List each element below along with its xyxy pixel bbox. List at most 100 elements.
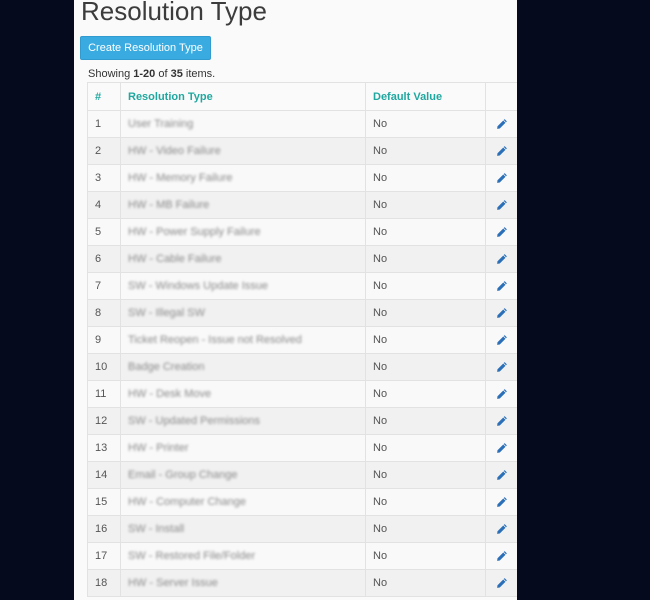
pencil-icon[interactable] xyxy=(496,361,508,373)
row-actions xyxy=(485,110,517,138)
pencil-icon[interactable] xyxy=(496,496,508,508)
table-row: 18 HW - Server Issue No xyxy=(87,569,517,597)
default-value: No xyxy=(365,515,486,543)
summary-of: of xyxy=(155,68,171,80)
resolution-type-name: HW - Cable Failure xyxy=(120,245,366,273)
default-value: No xyxy=(365,164,486,192)
pencil-icon[interactable] xyxy=(496,577,508,589)
row-number: 15 xyxy=(87,488,121,516)
resolution-type-name: HW - Printer xyxy=(120,434,366,462)
resolution-type-name: HW - MB Failure xyxy=(120,191,366,219)
table-row: 10 Badge Creation No xyxy=(87,353,517,381)
default-value: No xyxy=(365,110,486,138)
row-actions xyxy=(485,164,517,192)
row-number: 2 xyxy=(87,137,121,165)
resolution-type-name: HW - Power Supply Failure xyxy=(120,218,366,246)
row-number: 1 xyxy=(87,110,121,138)
pencil-icon[interactable] xyxy=(496,469,508,481)
default-value: No xyxy=(365,488,486,516)
pencil-icon[interactable] xyxy=(496,226,508,238)
resolution-type-name: HW - Server Issue xyxy=(120,569,366,597)
pencil-icon[interactable] xyxy=(496,523,508,535)
table-header-row: # Resolution Type Default Value xyxy=(87,82,517,111)
row-actions xyxy=(485,515,517,543)
row-number: 9 xyxy=(87,326,121,354)
resolution-type-name: User Training xyxy=(120,110,366,138)
row-actions xyxy=(485,326,517,354)
table-row: 6 HW - Cable Failure No xyxy=(87,245,517,273)
default-value: No xyxy=(365,569,486,597)
summary-range: 1-20 xyxy=(133,68,156,80)
table-row: 8 SW - Illegal SW No xyxy=(87,299,517,327)
table-row: 11 HW - Desk Move No xyxy=(87,380,517,408)
column-header-resolution-type[interactable]: Resolution Type xyxy=(120,82,366,111)
resolution-type-name: SW - Updated Permissions xyxy=(120,407,366,435)
row-number: 11 xyxy=(87,380,121,408)
row-actions xyxy=(485,569,517,597)
row-number: 7 xyxy=(87,272,121,300)
row-number: 6 xyxy=(87,245,121,273)
row-number: 14 xyxy=(87,461,121,489)
row-actions xyxy=(485,542,517,570)
default-value: No xyxy=(365,461,486,489)
resolution-type-name: Email - Group Change xyxy=(120,461,366,489)
default-value: No xyxy=(365,245,486,273)
default-value: No xyxy=(365,326,486,354)
row-actions xyxy=(485,245,517,273)
pencil-icon[interactable] xyxy=(496,253,508,265)
resolution-type-name: HW - Memory Failure xyxy=(120,164,366,192)
table-row: 9 Ticket Reopen - Issue not Resolved No xyxy=(87,326,517,354)
pencil-icon[interactable] xyxy=(496,388,508,400)
column-header-number[interactable]: # xyxy=(87,82,121,111)
column-header-default-value[interactable]: Default Value xyxy=(365,82,486,111)
table-row: 1 User Training No xyxy=(87,110,517,138)
pencil-icon[interactable] xyxy=(496,118,508,130)
resolution-type-name: SW - Illegal SW xyxy=(120,299,366,327)
summary-prefix: Showing xyxy=(88,68,134,80)
row-number: 4 xyxy=(87,191,121,219)
resolution-type-name: HW - Video Failure xyxy=(120,137,366,165)
pencil-icon[interactable] xyxy=(496,145,508,157)
default-value: No xyxy=(365,407,486,435)
table-body: 1 User Training No 2 HW - Video Failure No 3 HW… xyxy=(87,110,517,597)
row-actions xyxy=(485,380,517,408)
default-value: No xyxy=(365,191,486,219)
row-number: 8 xyxy=(87,299,121,327)
pencil-icon[interactable] xyxy=(496,550,508,562)
default-value: No xyxy=(365,434,486,462)
resolution-type-name: Ticket Reopen - Issue not Resolved xyxy=(120,326,366,354)
pencil-icon[interactable] xyxy=(496,442,508,454)
pencil-icon[interactable] xyxy=(496,415,508,427)
default-value: No xyxy=(365,137,486,165)
row-number: 18 xyxy=(87,569,121,597)
pencil-icon[interactable] xyxy=(496,199,508,211)
results-summary: Showing 1-20 of 35 items. xyxy=(88,68,215,80)
row-number: 13 xyxy=(87,434,121,462)
pencil-icon[interactable] xyxy=(496,334,508,346)
table-row: 14 Email - Group Change No xyxy=(87,461,517,489)
table-row: 13 HW - Printer No xyxy=(87,434,517,462)
pencil-icon[interactable] xyxy=(496,280,508,292)
row-number: 3 xyxy=(87,164,121,192)
row-actions xyxy=(485,434,517,462)
row-actions xyxy=(485,299,517,327)
row-actions xyxy=(485,488,517,516)
pencil-icon[interactable] xyxy=(496,172,508,184)
row-actions xyxy=(485,218,517,246)
resolution-type-name: SW - Windows Update Issue xyxy=(120,272,366,300)
resolution-type-name: Badge Creation xyxy=(120,353,366,381)
row-number: 17 xyxy=(87,542,121,570)
row-actions xyxy=(485,137,517,165)
table-row: 4 HW - MB Failure No xyxy=(87,191,517,219)
row-actions xyxy=(485,353,517,381)
resolution-type-name: SW - Restored File/Folder xyxy=(120,542,366,570)
row-number: 10 xyxy=(87,353,121,381)
resolution-type-name: HW - Computer Change xyxy=(120,488,366,516)
create-resolution-type-button[interactable]: Create Resolution Type xyxy=(80,36,211,60)
default-value: No xyxy=(365,299,486,327)
default-value: No xyxy=(365,380,486,408)
pencil-icon[interactable] xyxy=(496,307,508,319)
table-row: 17 SW - Restored File/Folder No xyxy=(87,542,517,570)
row-number: 16 xyxy=(87,515,121,543)
main-panel: Resolution Type Create Resolution Type S… xyxy=(74,0,517,600)
